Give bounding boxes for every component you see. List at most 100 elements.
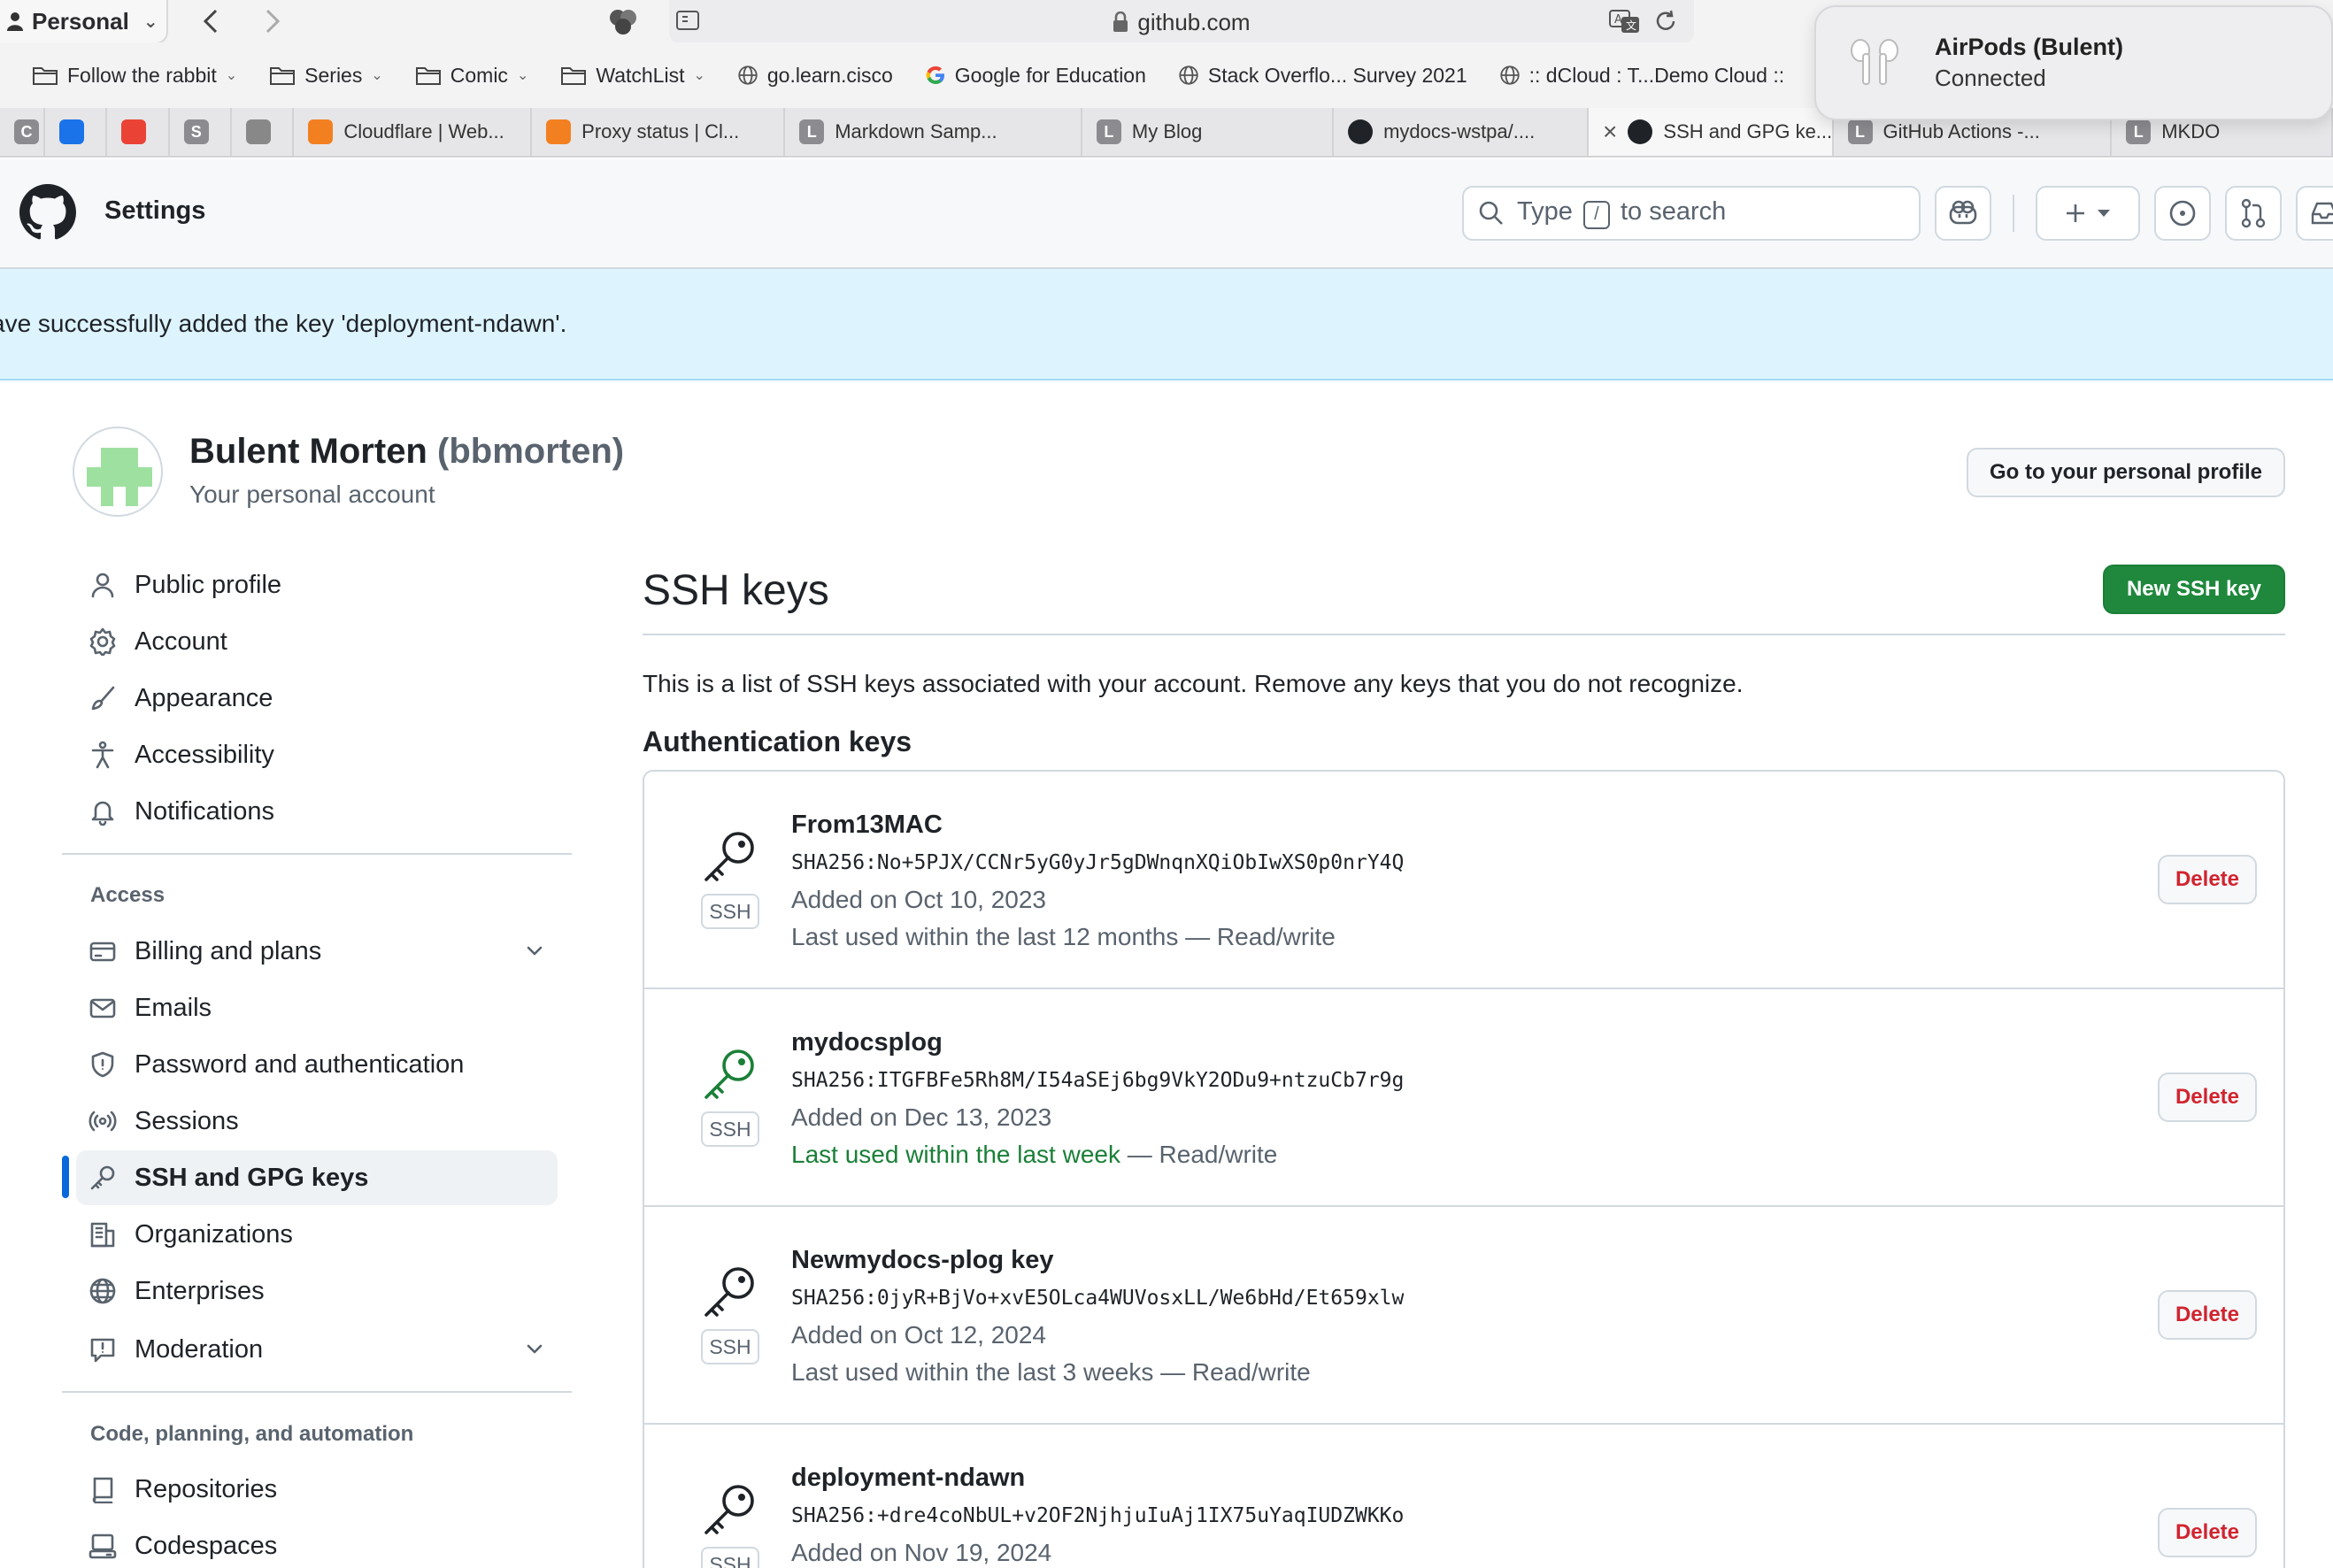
ssh-badge: SSH — [701, 894, 759, 929]
delete-key-button[interactable]: Delete — [2158, 1508, 2257, 1557]
sidebar-item-account[interactable]: Account — [76, 614, 558, 669]
sidebar-item-codespaces[interactable]: Codespaces — [76, 1518, 558, 1568]
browser-tab[interactable]: mydocs-wstpa/.... — [1334, 108, 1590, 156]
sidebar-item-moderation[interactable]: Moderation — [76, 1322, 558, 1377]
sidebar-toggle-icon[interactable] — [674, 7, 701, 40]
chevron-down-icon[interactable] — [524, 1337, 545, 1366]
browser-tab[interactable]: Proxy status | Cl... — [532, 108, 786, 156]
airpods-notification[interactable]: AirPods (Bulent) Connected — [1814, 5, 2333, 120]
sidebar-item-label: Emails — [135, 993, 212, 1022]
browser-tab[interactable]: C — [0, 108, 46, 156]
issue-opened-icon — [2169, 200, 2196, 227]
tab-favicon-icon — [1348, 119, 1374, 144]
chevron-down-icon: ⌄ — [516, 68, 529, 83]
account-login[interactable]: (bbmorten) — [437, 432, 624, 471]
chevron-down-icon[interactable] — [524, 939, 545, 968]
bookmark-item[interactable]: WatchList ⌄ — [544, 64, 721, 88]
delete-key-button[interactable]: Delete — [2158, 1290, 2257, 1340]
browser-tab[interactable] — [107, 108, 170, 156]
browser-tab[interactable]: S — [170, 108, 233, 156]
reload-icon[interactable] — [1653, 8, 1678, 35]
sidebar-item-accessibility[interactable]: Accessibility — [76, 727, 558, 782]
key-fingerprint: SHA256:No+5PJX/CCNr5yG0yJr5gDWnqnXQiObIw… — [791, 851, 1405, 874]
back-button[interactable] — [191, 2, 230, 41]
avatar[interactable] — [73, 427, 163, 517]
ssh-key-row: SSH Newmydocs-plog key SHA256:0jyR+BjVo+… — [644, 1207, 2283, 1425]
address-bar[interactable]: github.com A文 — [669, 0, 1694, 44]
sidebar-item-ssh-and-gpg-keys[interactable]: SSH and GPG keys — [76, 1150, 558, 1205]
go-to-profile-button[interactable]: Go to your personal profile — [1967, 448, 2285, 497]
create-new-button[interactable] — [2036, 186, 2140, 241]
mail-icon — [89, 994, 117, 1022]
sidebar-item-label: Organizations — [135, 1219, 293, 1249]
organization-icon — [89, 1220, 117, 1249]
sidebar-item-notifications[interactable]: Notifications — [76, 784, 558, 839]
codespaces-icon — [89, 1532, 117, 1560]
sidebar-item-password-and-authentication[interactable]: Password and authentication — [76, 1037, 558, 1092]
browser-tab[interactable]: L My Blog — [1082, 108, 1335, 156]
issues-button[interactable] — [2154, 186, 2211, 241]
authentication-keys-heading: Authentication keys — [643, 726, 912, 757]
delete-key-button[interactable]: Delete — [2158, 1072, 2257, 1122]
chevron-down-icon: ⌄ — [225, 68, 238, 83]
tab-label: mydocs-wstpa/.... — [1383, 120, 1536, 142]
key-last-used: Last used within the last week — Read/wr… — [791, 1141, 1277, 1169]
bookmark-item[interactable]: Series ⌄ — [253, 64, 399, 88]
extensions-button[interactable] — [604, 2, 643, 41]
key-title: Newmydocs-plog key — [791, 1246, 1054, 1274]
key-title: mydocsplog — [791, 1028, 943, 1057]
tab-favicon-icon: C — [14, 119, 39, 144]
tab-favicon-icon — [1628, 119, 1653, 144]
forward-button[interactable] — [253, 2, 292, 41]
svg-text:文: 文 — [1626, 19, 1636, 32]
sidebar-item-organizations[interactable]: Organizations — [76, 1207, 558, 1262]
profile-switcher[interactable]: Personal ⌄ — [0, 0, 168, 44]
key-icon — [701, 828, 759, 891]
github-logo-icon[interactable] — [19, 184, 76, 245]
pull-request-icon — [2241, 198, 2266, 228]
bookmark-item[interactable]: :: dCloud : T...Demo Cloud :: — [1483, 64, 1801, 88]
bookmark-item[interactable]: Comic ⌄ — [399, 64, 545, 88]
close-tab-icon[interactable]: × — [1603, 118, 1617, 146]
github-header: Settings Type / to search — [0, 159, 2333, 269]
active-indicator — [62, 1156, 69, 1198]
sidebar-item-enterprises[interactable]: Enterprises — [76, 1264, 558, 1318]
notification-title: AirPods (Bulent) — [1935, 34, 2123, 60]
sidebar-item-public-profile[interactable]: Public profile — [76, 557, 558, 612]
sidebar-item-emails[interactable]: Emails — [76, 980, 558, 1035]
tab-favicon-icon: L — [1847, 119, 1873, 144]
copilot-button[interactable] — [1935, 186, 1991, 241]
browser-tab[interactable]: L Markdown Samp... — [785, 108, 1082, 156]
search-input[interactable]: Type / to search — [1462, 186, 1921, 241]
browser-tab[interactable] — [45, 108, 108, 156]
bookmark-item[interactable]: Stack Overflo... Survey 2021 — [1162, 64, 1483, 88]
browser-tab[interactable]: Cloudflare | Web... — [294, 108, 533, 156]
key-title: deployment-ndawn — [791, 1464, 1026, 1492]
inbox-button[interactable] — [2296, 186, 2333, 241]
sidebar-item-label: Moderation — [135, 1334, 264, 1364]
globe-icon — [1178, 65, 1199, 86]
sidebar-item-repositories[interactable]: Repositories — [76, 1462, 558, 1517]
sidebar-item-billing-and-plans[interactable]: Billing and plans — [76, 924, 558, 979]
browser-tab[interactable] — [232, 108, 295, 156]
section-description: This is a list of SSH keys associated wi… — [643, 670, 1744, 697]
bookmark-item[interactable]: Follow the rabbit ⌄ — [0, 64, 253, 88]
bookmark-label: Stack Overflo... Survey 2021 — [1207, 63, 1467, 87]
key-icon — [89, 1164, 117, 1192]
key-last-used: Last used within the last 12 months — Re… — [791, 923, 1336, 951]
bookmark-item[interactable]: Google for Education — [909, 64, 1162, 88]
bookmark-item[interactable]: go.learn.cisco — [721, 64, 909, 88]
key-added-date: Added on Dec 13, 2023 — [791, 1103, 1052, 1131]
new-ssh-key-button[interactable]: New SSH key — [2103, 565, 2285, 614]
sidebar-item-sessions[interactable]: Sessions — [76, 1094, 558, 1149]
tab-favicon-icon — [121, 119, 147, 144]
tab-active[interactable]: × SSH and GPG ke... — [1589, 108, 1834, 156]
key-access-level: — Read/write — [1178, 923, 1336, 950]
pull-requests-button[interactable] — [2225, 186, 2282, 241]
tab-label: My Blog — [1131, 120, 1203, 142]
bookmark-label: Comic — [450, 63, 508, 87]
key-icon — [701, 1046, 759, 1109]
sidebar-item-appearance[interactable]: Appearance — [76, 671, 558, 726]
delete-key-button[interactable]: Delete — [2158, 855, 2257, 904]
translate-icon[interactable]: A文 — [1609, 8, 1641, 35]
